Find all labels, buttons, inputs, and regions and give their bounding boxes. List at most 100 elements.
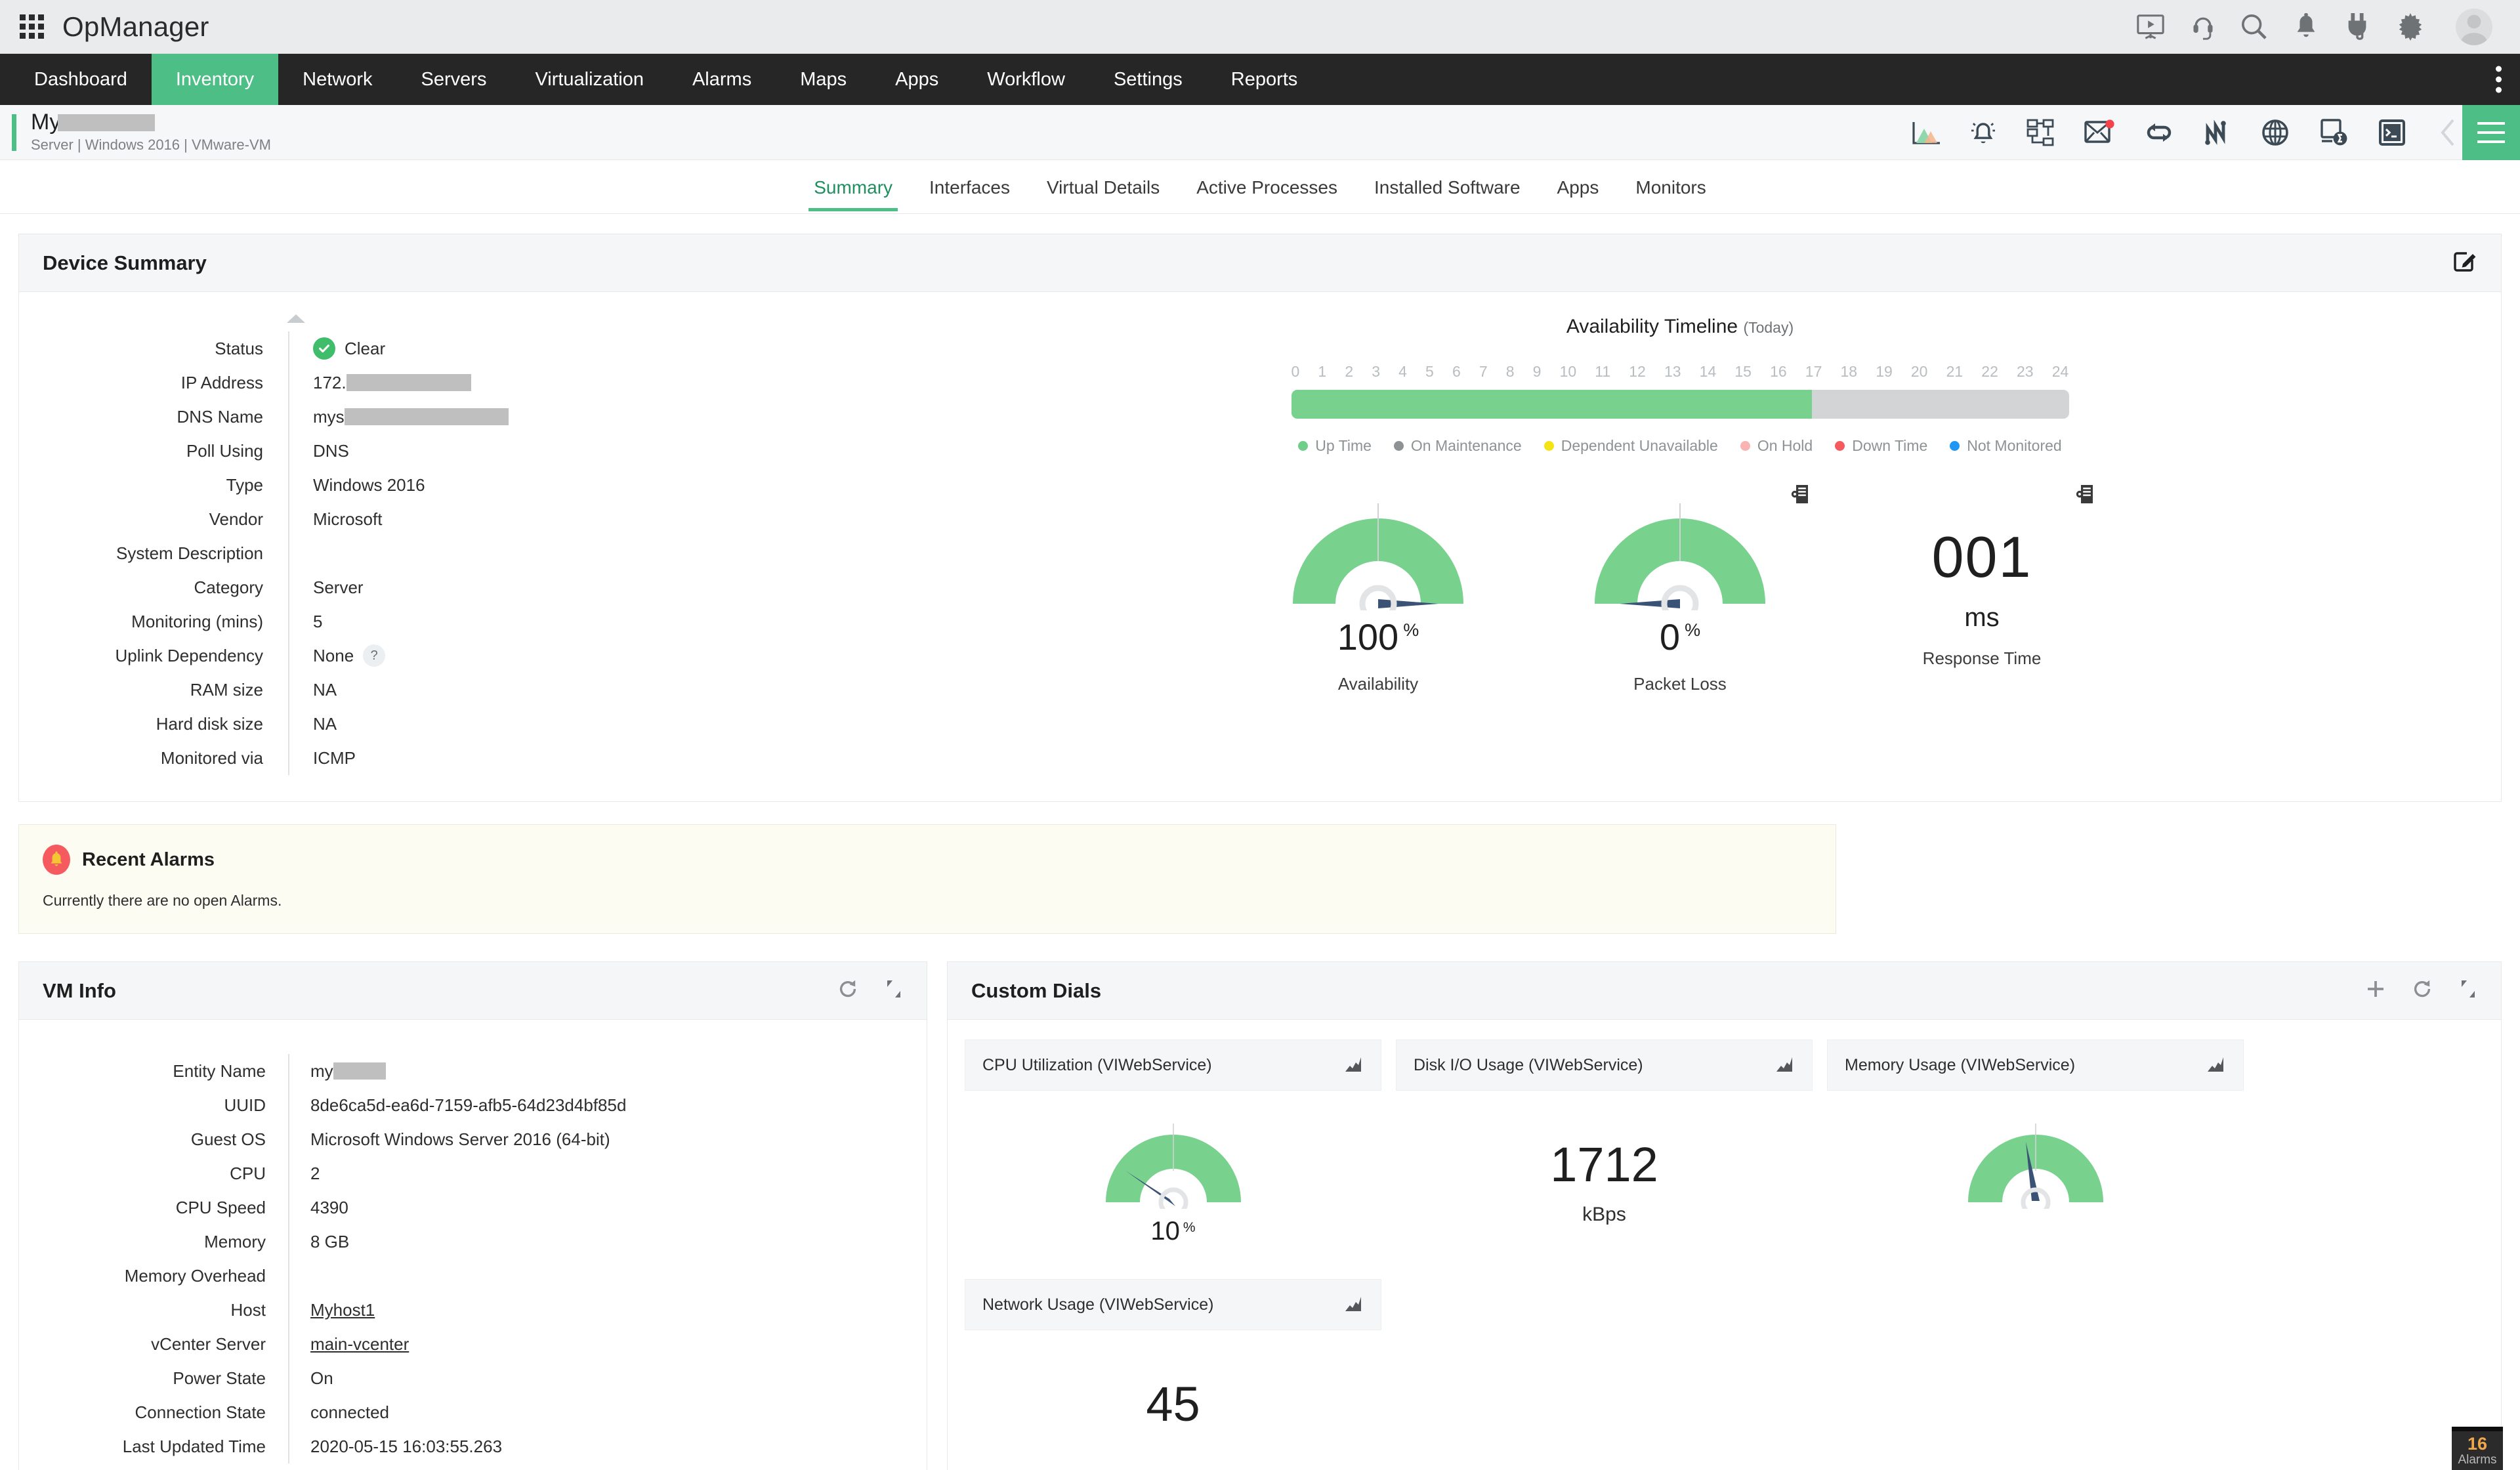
legend-label-dependent-unavailable: Dependent Unavailable (1561, 437, 1718, 454)
dial-title-disk-io-usage: Disk I/O Usage (VIWebService) (1414, 1055, 1643, 1074)
bar-chart-icon[interactable] (1344, 1294, 1364, 1316)
vm-row-entity-name: Entity Name my (19, 1054, 927, 1088)
tick-2: 2 (1345, 363, 1354, 380)
tick-13: 13 (1664, 363, 1681, 380)
traffic-monitor-icon[interactable] (2204, 119, 2231, 146)
vm-row-vcenter-server: vCenter Server main-vcenter (19, 1327, 927, 1361)
nav-item-alarms[interactable]: Alarms (668, 54, 776, 105)
dial-header-memory-usage[interactable]: Memory Usage (VIWebService) (1827, 1040, 2244, 1091)
vm-value-memory-overhead (288, 1259, 927, 1293)
alarm-count-badge[interactable]: 16 Alarms (2452, 1427, 2503, 1470)
refresh-icon[interactable] (837, 978, 858, 1003)
app-title: OpManager (62, 10, 209, 42)
tick-10: 10 (1559, 363, 1577, 380)
refresh-poll-icon[interactable] (2145, 119, 2174, 146)
status-badge: Clear (345, 338, 386, 358)
summary-label-dns-name: DNS Name (177, 406, 263, 427)
hamburger-menu-icon[interactable] (2462, 105, 2520, 160)
summary-row-hard-disk-size: Hard disk size NA (19, 707, 859, 741)
summary-row-poll-using: Poll Using DNS (19, 434, 859, 468)
device-header: My Server | Windows 2016 | VMware-VM (0, 105, 2520, 160)
nav-item-network[interactable]: Network (278, 54, 396, 105)
terminal-console-icon[interactable] (2378, 119, 2406, 146)
vm-value-uuid: 8de6ca5d-ea6d-7159-afb5-64d23d4bf85d (288, 1088, 927, 1122)
availability-value: 100 % (1337, 616, 1419, 658)
avatar[interactable] (2456, 8, 2492, 45)
nav-item-dashboard[interactable]: Dashboard (10, 54, 152, 105)
bar-chart-icon[interactable] (1344, 1055, 1364, 1076)
summary-row-ip-address: IP Address 172. (19, 366, 859, 400)
nav-item-virtualization[interactable]: Virtualization (511, 54, 668, 105)
nav-item-reports[interactable]: Reports (1207, 54, 1322, 105)
workflow-rules-icon[interactable] (2026, 119, 2054, 146)
expand-icon[interactable] (885, 979, 903, 1002)
tab-interfaces[interactable]: Interfaces (911, 163, 1028, 211)
legend-label-on-hold: On Hold (1757, 437, 1813, 454)
tick-16: 16 (1770, 363, 1787, 380)
tab-active-processes[interactable]: Active Processes (1178, 163, 1356, 211)
legend-item-on-maintenance: On Maintenance (1393, 437, 1522, 455)
plugin-plug-icon[interactable] (2344, 12, 2370, 41)
tab-virtual-details[interactable]: Virtual Details (1028, 163, 1178, 211)
tab-summary[interactable]: Summary (795, 163, 911, 211)
summary-value-category: Server (288, 570, 859, 604)
edit-pencil-icon[interactable] (2454, 249, 2477, 276)
tab-installed-software[interactable]: Installed Software (1356, 163, 1539, 211)
vcenter-server-link[interactable]: main-vcenter (310, 1334, 409, 1354)
performance-graph-icon[interactable] (1911, 119, 1940, 146)
remote-desktop-icon[interactable] (2319, 118, 2348, 146)
response-time-value: 001 (1931, 524, 2032, 589)
dial-header-network-usage[interactable]: Network Usage (VIWebService) (965, 1279, 1381, 1330)
nav-item-settings[interactable]: Settings (1089, 54, 1207, 105)
dial-header-disk-io-usage[interactable]: Disk I/O Usage (VIWebService) (1396, 1040, 1813, 1091)
headset-support-icon[interactable] (2192, 14, 2214, 40)
nav-item-servers[interactable]: Servers (397, 54, 511, 105)
gauge-report-icon[interactable] (2076, 484, 2097, 508)
alert-bell-icon[interactable] (1970, 119, 1996, 146)
bar-chart-icon[interactable] (2206, 1055, 2226, 1076)
nav-item-inventory[interactable]: Inventory (151, 54, 279, 105)
availability-timeline-bar[interactable] (1291, 390, 2069, 419)
summary-label-poll-using: Poll Using (186, 440, 263, 461)
gear-settings-icon[interactable] (2397, 12, 2424, 41)
tab-apps[interactable]: Apps (1539, 163, 1618, 211)
vm-info-header: VM Info (19, 962, 927, 1020)
uplink-dependency-text: None (313, 645, 354, 665)
legend-item-not-monitored: Not Monitored (1950, 437, 2062, 455)
device-toolbar (1911, 118, 2520, 146)
summary-row-category: Category Server (19, 570, 859, 604)
availability-legend: Up Time On Maintenance Dependent Unavail… (859, 437, 2501, 455)
summary-label-status: Status (215, 338, 263, 358)
nav-item-apps[interactable]: Apps (871, 54, 963, 105)
plus-add-icon[interactable] (2366, 979, 2385, 1002)
globe-network-icon[interactable] (2261, 119, 2289, 146)
nav-item-maps[interactable]: Maps (776, 54, 871, 105)
nav-item-workflow[interactable]: Workflow (963, 54, 1089, 105)
summary-label-monitored-via: Monitored via (160, 747, 263, 768)
legend-item-dependent-unavailable: Dependent Unavailable (1544, 437, 1718, 455)
summary-label-uplink-dependency: Uplink Dependency (115, 645, 263, 665)
custom-dials-title: Custom Dials (971, 978, 1102, 1002)
tick-23: 23 (2017, 363, 2034, 380)
expand-icon[interactable] (2459, 979, 2477, 1002)
dial-header-cpu-utilization[interactable]: CPU Utilization (VIWebService) (965, 1040, 1381, 1091)
email-notify-icon[interactable] (2084, 119, 2114, 146)
kebab-menu-icon[interactable] (2496, 66, 2502, 93)
vm-label-entity-name: Entity Name (173, 1060, 266, 1081)
tab-monitors[interactable]: Monitors (1617, 163, 1724, 211)
presentation-play-icon[interactable] (2135, 14, 2166, 40)
alarm-count-label: Alarms (2458, 1453, 2497, 1467)
bar-chart-icon[interactable] (1775, 1055, 1795, 1076)
apps-grid-icon[interactable] (20, 14, 44, 39)
host-link[interactable]: Myhost1 (310, 1300, 375, 1320)
packet-loss-gauge-label: Packet Loss (1633, 674, 1727, 694)
summary-row-monitored-via: Monitored via ICMP (19, 741, 859, 775)
vm-value-memory: 8 GB (288, 1225, 927, 1259)
refresh-icon[interactable] (2412, 978, 2433, 1003)
notification-bell-icon[interactable] (2294, 12, 2318, 41)
search-icon[interactable] (2240, 13, 2268, 41)
device-name-redaction (58, 114, 156, 131)
chevron-left-icon[interactable] (2440, 119, 2457, 146)
help-question-icon[interactable]: ? (363, 644, 386, 667)
gauge-report-icon[interactable] (1791, 484, 1812, 508)
